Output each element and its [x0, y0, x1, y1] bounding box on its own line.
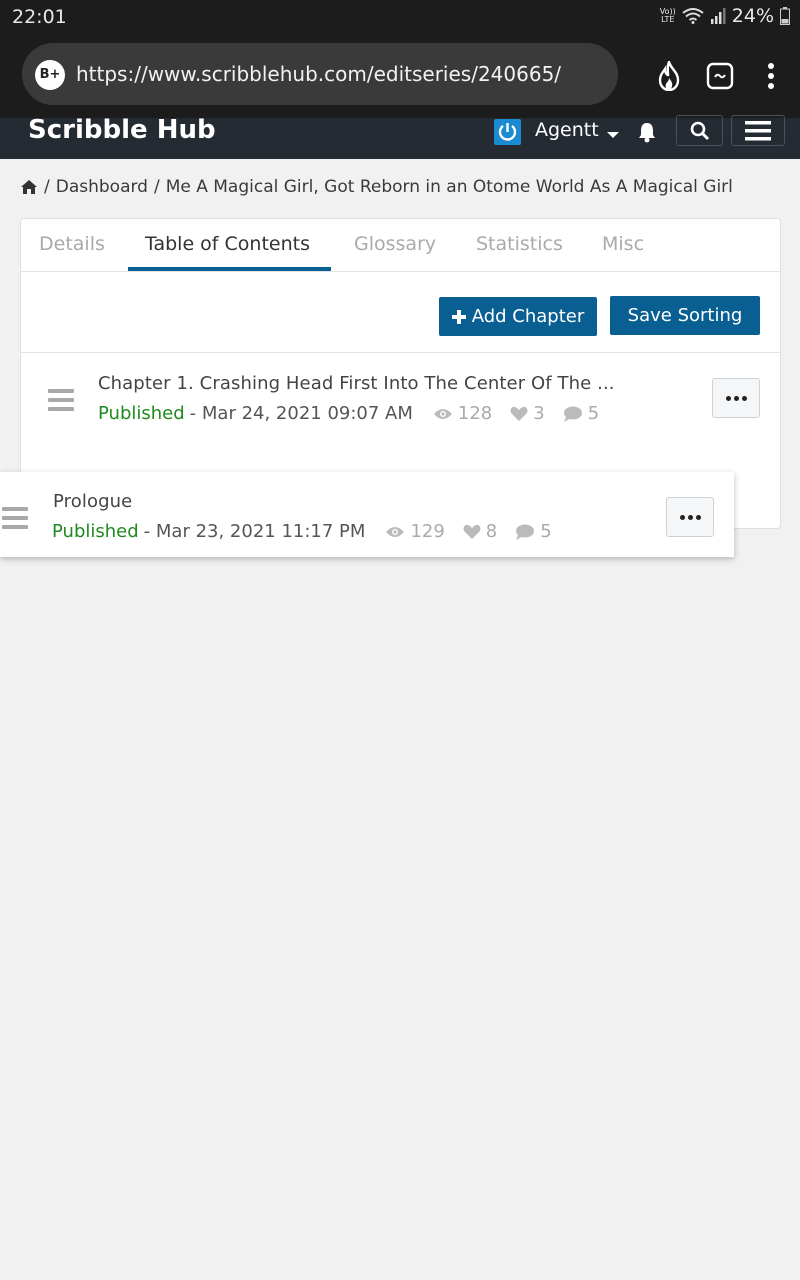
site-logo[interactable]: Scribble Hub	[28, 115, 216, 145]
status-icons: Vo)) LTE 24%	[660, 5, 790, 27]
chapter-status: Published	[98, 403, 185, 424]
drag-handle-icon[interactable]	[48, 389, 74, 411]
tab-glossary[interactable]: Glossary	[354, 233, 436, 255]
views-count: 129	[410, 521, 445, 542]
likes-stat: 3	[510, 403, 545, 424]
chapter-date: - Mar 24, 2021 09:07 AM	[189, 403, 413, 424]
likes-count: 8	[485, 521, 498, 542]
breadcrumb-series[interactable]: Me A Magical Girl, Got Reborn in an Otom…	[166, 177, 733, 197]
search-icon	[690, 121, 709, 140]
chapter-meta: Published - Mar 24, 2021 09:07 AM 128 3 …	[98, 403, 599, 424]
home-icon[interactable]	[20, 179, 38, 195]
chapter-options-button[interactable]	[712, 378, 760, 418]
username-menu[interactable]: Agentt	[535, 119, 599, 141]
tab-bar: Details Table of Contents Glossary Stati…	[21, 219, 780, 272]
tab-table-of-contents[interactable]: Table of Contents	[145, 233, 310, 255]
site-header: Scribble Hub Agentt	[0, 115, 800, 159]
wifi-icon	[682, 8, 704, 24]
plus-icon	[451, 309, 466, 324]
address-bar[interactable]: B+ https://www.scribblehub.com/editserie…	[22, 43, 618, 105]
breadcrumb-separator: /	[153, 177, 160, 197]
url-text[interactable]: https://www.scribblehub.com/editseries/2…	[76, 62, 561, 86]
tab-details[interactable]: Details	[39, 233, 105, 255]
volte-indicator: Vo)) LTE	[659, 7, 676, 24]
likes-stat: 8	[463, 521, 497, 542]
breadcrumb-separator: /	[44, 177, 50, 197]
chapter-date: - Mar 23, 2021 11:17 PM	[143, 521, 366, 542]
power-icon[interactable]	[494, 119, 521, 145]
comments-count: 5	[587, 403, 600, 424]
save-sorting-button[interactable]: Save Sorting	[610, 296, 760, 335]
battery-percent: 24%	[731, 5, 774, 27]
heart-icon	[510, 406, 528, 421]
chapter-title[interactable]: Chapter 1. Crashing Head First Into The …	[98, 373, 615, 394]
chapter-title[interactable]: Prologue	[53, 491, 132, 512]
flame-icon[interactable]	[652, 56, 686, 96]
heart-icon	[463, 524, 481, 539]
eye-icon	[433, 408, 452, 419]
comment-icon	[516, 524, 535, 540]
comments-stat: 5	[515, 521, 552, 542]
breadcrumb: / Dashboard / Me A Magical Girl, Got Reb…	[20, 177, 733, 197]
chevron-down-icon[interactable]	[607, 132, 619, 138]
views-stat: 129	[385, 521, 445, 542]
chapter-row-dragging[interactable]: Prologue Published - Mar 23, 2021 11:17 …	[0, 472, 734, 557]
comments-count: 5	[540, 521, 552, 542]
views-stat: 128	[433, 403, 492, 424]
add-chapter-button[interactable]: Add Chapter	[439, 297, 597, 336]
browser-toolbar: B+ https://www.scribblehub.com/editserie…	[0, 34, 800, 118]
browser-menu-icon[interactable]	[754, 56, 788, 96]
drag-handle-icon[interactable]	[2, 507, 28, 529]
comments-stat: 5	[563, 403, 599, 424]
likes-count: 3	[533, 403, 545, 424]
tab-misc[interactable]: Misc	[602, 233, 644, 255]
status-bar: 22:01 Vo)) LTE 24%	[0, 0, 800, 34]
add-chapter-label: Add Chapter	[471, 306, 585, 327]
tab-statistics[interactable]: Statistics	[476, 233, 563, 255]
bell-icon[interactable]	[637, 121, 657, 147]
breadcrumb-dashboard[interactable]: Dashboard	[56, 177, 148, 197]
battery-icon	[780, 7, 790, 25]
chapter-status: Published	[52, 521, 139, 542]
browser-badge-icon[interactable]: B+	[35, 60, 65, 90]
chapter-row[interactable]: Chapter 1. Crashing Head First Into The …	[21, 353, 780, 463]
hamburger-icon	[745, 120, 771, 140]
eye-icon	[386, 526, 405, 537]
status-time: 22:01	[12, 6, 67, 28]
chapter-options-button[interactable]	[666, 497, 714, 537]
signal-icon	[710, 8, 726, 24]
views-count: 128	[457, 403, 493, 424]
comment-icon	[563, 406, 582, 422]
active-tab-indicator	[128, 267, 331, 271]
search-button[interactable]	[676, 115, 723, 146]
tab-switcher-icon[interactable]	[703, 56, 737, 96]
chapter-meta: Published - Mar 23, 2021 11:17 PM 129 8 …	[52, 521, 552, 542]
save-sorting-label: Save Sorting	[627, 305, 743, 326]
hamburger-menu-button[interactable]	[731, 115, 785, 146]
